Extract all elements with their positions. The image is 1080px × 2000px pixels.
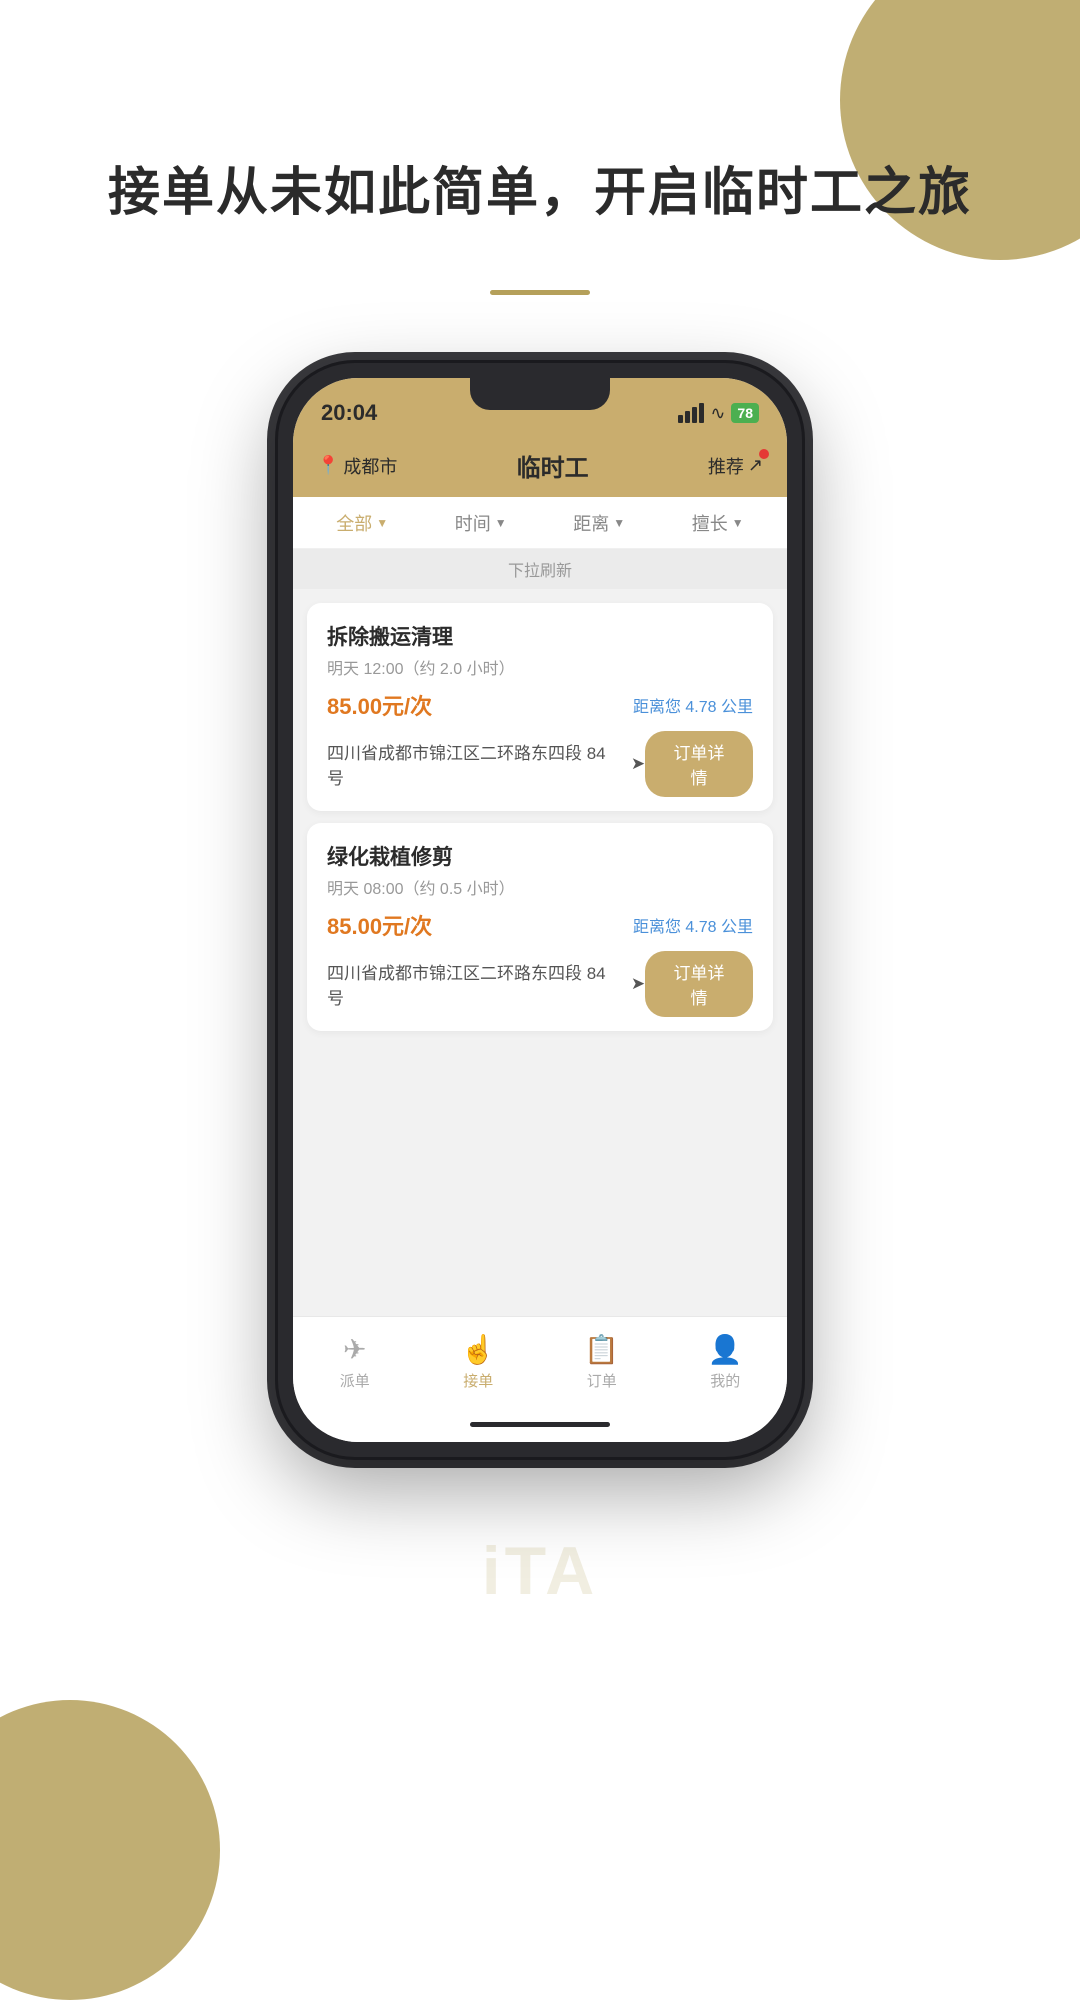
- recommend-button[interactable]: 推荐 ↗: [708, 453, 763, 479]
- nav-item-dispatch[interactable]: ✈ 派单: [293, 1333, 417, 1391]
- recommend-notification-dot: [759, 449, 769, 459]
- filter-skill-chevron-icon: ▼: [732, 516, 744, 530]
- job-address-1: 四川省成都市锦江区二环路东四段 84 号 ➤: [327, 739, 645, 789]
- empty-content-area: [307, 1043, 773, 1316]
- signal-bar-2: [685, 411, 690, 423]
- status-icons: ∿ 78: [678, 403, 759, 424]
- filter-distance-chevron-icon: ▼: [613, 516, 625, 530]
- filter-all-chevron-icon: ▼: [376, 516, 388, 530]
- filter-tab-skill[interactable]: 擅长 ▼: [659, 510, 778, 536]
- filter-tab-distance[interactable]: 距离 ▼: [540, 510, 659, 536]
- nav-profile-icon: 👤: [708, 1333, 743, 1366]
- filter-distance-label: 距离: [573, 510, 609, 536]
- battery-badge: 78: [731, 403, 759, 423]
- nav-item-accept[interactable]: ☝ 接单: [417, 1333, 541, 1391]
- app-header: 📍 成都市 临时工 推荐 ↗: [293, 438, 787, 497]
- headline-divider-wrapper: [0, 290, 1080, 295]
- signal-bar-4: [699, 403, 704, 423]
- phone-mockup: 20:04 ∿ 78 📍 成都市 临时: [275, 360, 805, 1460]
- nav-accept-icon: ☝: [461, 1333, 496, 1366]
- job-title-2: 绿化栽植修剪: [327, 841, 753, 871]
- job-address-row-2: 四川省成都市锦江区二环路东四段 84 号 ➤ 订单详情: [327, 951, 753, 1017]
- nav-dispatch-icon: ✈: [343, 1333, 366, 1366]
- signal-bar-3: [692, 407, 697, 423]
- headline-divider: [490, 290, 590, 295]
- job-title-1: 拆除搬运清理: [327, 621, 753, 651]
- job-address-row-1: 四川省成都市锦江区二环路东四段 84 号 ➤ 订单详情: [327, 731, 753, 797]
- address-text-1: 四川省成都市锦江区二环路东四段 84 号: [327, 739, 627, 789]
- navigation-icon-1: ➤: [631, 754, 645, 774]
- status-time: 20:04: [321, 400, 377, 426]
- job-distance-1: 距离您 4.78 公里: [633, 693, 753, 717]
- filter-skill-label: 擅长: [692, 510, 728, 536]
- job-price-2: 85.00元/次: [327, 909, 432, 941]
- filter-tab-time[interactable]: 时间 ▼: [422, 510, 541, 536]
- job-distance-2: 距离您 4.78 公里: [633, 913, 753, 937]
- deco-circle-bottom-left: [0, 1700, 220, 2000]
- signal-bar-1: [678, 415, 683, 423]
- nav-accept-label: 接单: [463, 1370, 493, 1391]
- detail-button-1[interactable]: 订单详情: [645, 731, 753, 797]
- filter-tab-all[interactable]: 全部 ▼: [303, 510, 422, 536]
- job-time-2: 明天 08:00（约 0.5 小时）: [327, 875, 753, 899]
- location-text: 成都市: [343, 453, 397, 479]
- home-bar: [470, 1422, 610, 1427]
- signal-bars-icon: [678, 403, 704, 423]
- bottom-nav: ✈ 派单 ☝ 接单 📋 订单 👤 我的: [293, 1316, 787, 1406]
- job-address-2: 四川省成都市锦江区二环路东四段 84 号 ➤: [327, 959, 645, 1009]
- navigation-icon-2: ➤: [631, 974, 645, 994]
- page-headline: 接单从未如此简单，开启临时工之旅: [0, 160, 1080, 228]
- nav-item-profile[interactable]: 👤 我的: [664, 1333, 788, 1391]
- header-location[interactable]: 📍 成都市: [317, 453, 397, 479]
- phone-notch: [470, 378, 610, 410]
- wifi-icon: ∿: [710, 403, 725, 424]
- job-list: 拆除搬运清理 明天 12:00（约 2.0 小时） 85.00元/次 距离您 4…: [293, 589, 787, 1316]
- filter-all-label: 全部: [336, 510, 372, 536]
- filter-tabs: 全部 ▼ 时间 ▼ 距离 ▼ 擅长 ▼: [293, 497, 787, 549]
- detail-button-2[interactable]: 订单详情: [645, 951, 753, 1017]
- job-card-1: 拆除搬运清理 明天 12:00（约 2.0 小时） 85.00元/次 距离您 4…: [307, 603, 773, 811]
- job-price-row-1: 85.00元/次 距离您 4.78 公里: [327, 689, 753, 721]
- job-card-2: 绿化栽植修剪 明天 08:00（约 0.5 小时） 85.00元/次 距离您 4…: [307, 823, 773, 1031]
- pull-refresh-text: 下拉刷新: [293, 549, 787, 589]
- nav-orders-icon: 📋: [584, 1333, 619, 1366]
- nav-item-orders[interactable]: 📋 订单: [540, 1333, 664, 1391]
- job-price-row-2: 85.00元/次 距离您 4.78 公里: [327, 909, 753, 941]
- job-price-1: 85.00元/次: [327, 689, 432, 721]
- recommend-label: 推荐: [708, 453, 744, 479]
- phone-screen: 20:04 ∿ 78 📍 成都市 临时: [293, 378, 787, 1442]
- home-indicator: [293, 1406, 787, 1442]
- location-pin-icon: 📍: [317, 455, 339, 476]
- ita-watermark: iTA: [482, 1532, 599, 1610]
- phone-shell: 20:04 ∿ 78 📍 成都市 临时: [275, 360, 805, 1460]
- nav-dispatch-label: 派单: [340, 1370, 370, 1391]
- address-text-2: 四川省成都市锦江区二环路东四段 84 号: [327, 959, 627, 1009]
- app-title: 临时工: [517, 448, 589, 483]
- filter-time-chevron-icon: ▼: [495, 516, 507, 530]
- filter-time-label: 时间: [455, 510, 491, 536]
- job-time-1: 明天 12:00（约 2.0 小时）: [327, 655, 753, 679]
- nav-profile-label: 我的: [710, 1370, 740, 1391]
- nav-orders-label: 订单: [587, 1370, 617, 1391]
